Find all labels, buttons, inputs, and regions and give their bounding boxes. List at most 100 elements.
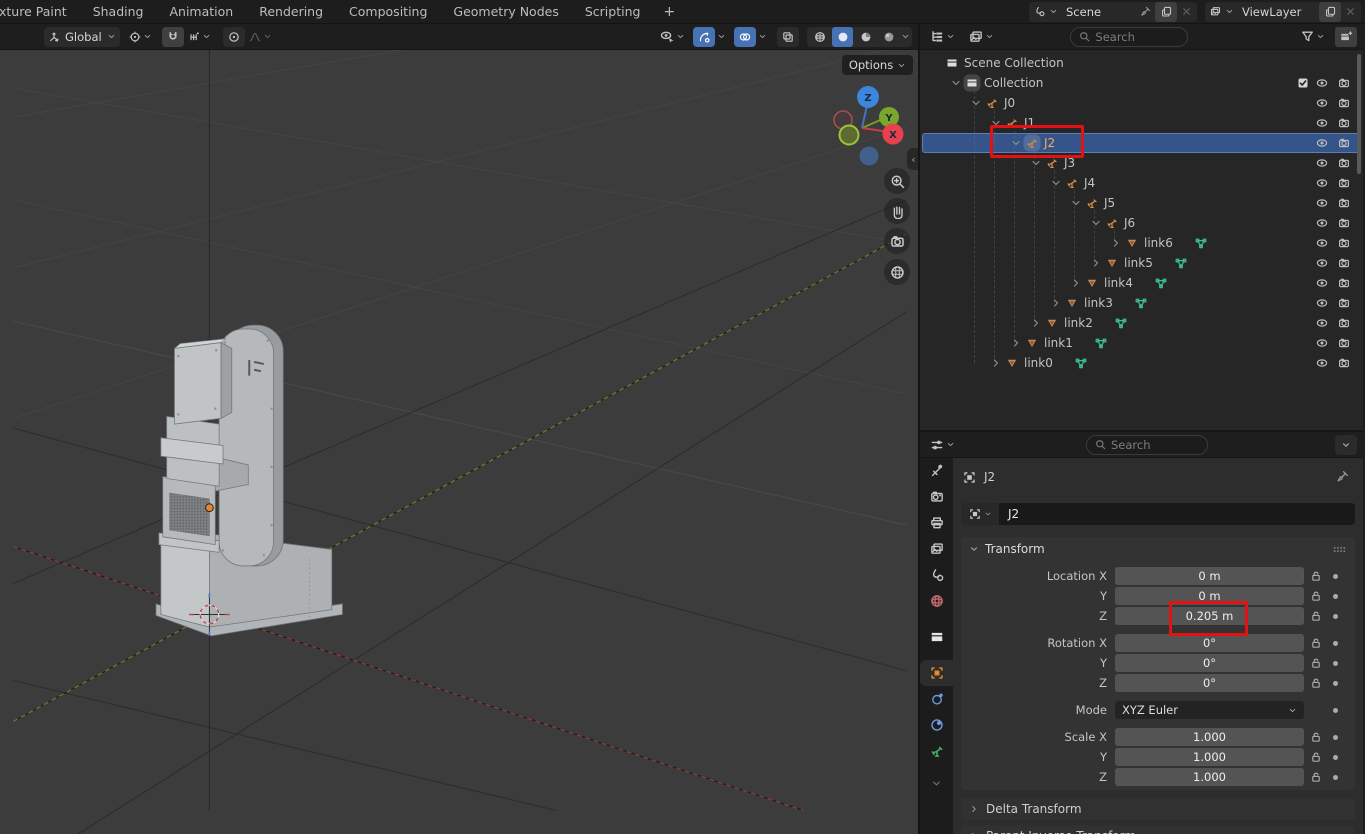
animate-property-dot[interactable] bbox=[1333, 681, 1338, 686]
editor-type-dropdown[interactable] bbox=[926, 435, 959, 455]
expand-toggle[interactable] bbox=[1030, 157, 1042, 169]
properties-search-input[interactable]: Search bbox=[1086, 435, 1208, 455]
3d-scene-canvas[interactable] bbox=[0, 24, 920, 834]
outliner-row-link3[interactable]: link3 bbox=[922, 293, 1361, 313]
lock-icon[interactable] bbox=[1310, 677, 1322, 689]
disable-in-renders-toggle[interactable] bbox=[1338, 237, 1350, 249]
scene-browse-icon[interactable] bbox=[1034, 6, 1045, 17]
gizmo-minus-z-axis[interactable] bbox=[860, 147, 879, 166]
pan-view-button[interactable] bbox=[884, 198, 910, 224]
chevron-down-icon[interactable] bbox=[1225, 7, 1234, 16]
properties-tab-data[interactable] bbox=[920, 738, 953, 764]
location-z-field[interactable]: 0.205 m bbox=[1115, 607, 1304, 625]
lock-icon[interactable] bbox=[1310, 610, 1322, 622]
disable-in-renders-toggle[interactable] bbox=[1338, 317, 1350, 329]
workspace-tab-animation[interactable]: Animation bbox=[156, 0, 246, 24]
hide-in-viewport-toggle[interactable] bbox=[1316, 357, 1328, 369]
hide-in-viewport-toggle[interactable] bbox=[1316, 257, 1328, 269]
scale-y-field[interactable]: 1.000 bbox=[1115, 748, 1304, 766]
transform-panel-header[interactable]: Transform bbox=[961, 537, 1355, 561]
shading-rendered-button[interactable] bbox=[878, 27, 899, 47]
hide-in-viewport-toggle[interactable] bbox=[1316, 97, 1328, 109]
editor-type-dropdown[interactable] bbox=[926, 27, 959, 47]
animate-property-dot[interactable] bbox=[1333, 594, 1338, 599]
properties-tab-scene[interactable] bbox=[920, 562, 953, 588]
hide-in-viewport-toggle[interactable] bbox=[1316, 217, 1328, 229]
rotation-mode-field[interactable]: XYZ Euler bbox=[1115, 701, 1304, 719]
remove-view-layer-icon[interactable] bbox=[1345, 6, 1356, 17]
hide-in-viewport-toggle[interactable] bbox=[1316, 337, 1328, 349]
new-collection-button[interactable] bbox=[1335, 27, 1357, 47]
collection-checkbox[interactable] bbox=[1297, 77, 1309, 89]
workspace-tab-compositing[interactable]: Compositing bbox=[336, 0, 440, 24]
expand-toggle[interactable] bbox=[1050, 297, 1062, 309]
animate-property-dot[interactable] bbox=[1333, 574, 1338, 579]
rotation-x-field[interactable]: 0° bbox=[1115, 634, 1304, 652]
proportional-falloff-dropdown[interactable] bbox=[245, 27, 276, 47]
workspace-tab-geometry-nodes[interactable]: Geometry Nodes bbox=[440, 0, 571, 24]
toggle-xray-button[interactable] bbox=[777, 27, 799, 47]
disable-in-renders-toggle[interactable] bbox=[1338, 277, 1350, 289]
show-gizmo-button[interactable] bbox=[693, 27, 715, 47]
view-layer-browse-icon[interactable] bbox=[1210, 6, 1221, 17]
object-visibility-dropdown[interactable] bbox=[656, 27, 689, 47]
outliner-row-j2[interactable]: J2 bbox=[922, 133, 1361, 153]
shading-material-preview-button[interactable] bbox=[855, 27, 876, 47]
disable-in-renders-toggle[interactable] bbox=[1338, 257, 1350, 269]
sidebar-collapse-handle[interactable]: ‹ bbox=[907, 148, 920, 170]
outliner-row-j3[interactable]: J3 bbox=[922, 153, 1361, 173]
lock-icon[interactable] bbox=[1310, 657, 1322, 669]
lock-icon[interactable] bbox=[1310, 771, 1322, 783]
animate-property-dot[interactable] bbox=[1333, 708, 1338, 713]
hide-in-viewport-toggle[interactable] bbox=[1316, 317, 1328, 329]
new-scene-button[interactable] bbox=[1155, 2, 1177, 22]
properties-tab-world[interactable] bbox=[920, 588, 953, 614]
properties-options-dropdown[interactable] bbox=[1335, 435, 1357, 455]
camera-view-button[interactable] bbox=[884, 228, 910, 254]
workspace-tab-xture-paint[interactable]: xture Paint bbox=[0, 0, 80, 24]
show-overlays-button[interactable] bbox=[734, 27, 756, 47]
location-y-field[interactable]: 0 m bbox=[1115, 587, 1304, 605]
shading-wireframe-button[interactable] bbox=[809, 27, 830, 47]
animate-property-dot[interactable] bbox=[1333, 775, 1338, 780]
animate-property-dot[interactable] bbox=[1333, 641, 1338, 646]
outliner-row-link1[interactable]: link1 bbox=[922, 333, 1361, 353]
expand-toggle[interactable] bbox=[1010, 137, 1022, 149]
workspace-tab-scripting[interactable]: Scripting bbox=[572, 0, 654, 24]
expand-toggle[interactable] bbox=[950, 77, 962, 89]
disable-in-renders-toggle[interactable] bbox=[1338, 97, 1350, 109]
outliner-row-j1[interactable]: J1 bbox=[922, 113, 1361, 133]
workspace-tab-shading[interactable]: Shading bbox=[80, 0, 157, 24]
overlays-dropdown-icon[interactable] bbox=[758, 32, 767, 41]
outliner-row-j4[interactable]: J4 bbox=[922, 173, 1361, 193]
disable-in-renders-toggle[interactable] bbox=[1338, 77, 1350, 89]
hide-in-viewport-toggle[interactable] bbox=[1316, 177, 1328, 189]
transform-orientation-dropdown[interactable]: Global bbox=[44, 27, 120, 47]
expand-toggle[interactable] bbox=[1070, 197, 1082, 209]
gizmo-minus-y-axis[interactable] bbox=[840, 126, 859, 145]
lock-icon[interactable] bbox=[1310, 751, 1322, 763]
pivot-point-dropdown[interactable] bbox=[125, 27, 156, 47]
view-layer-name[interactable]: ViewLayer bbox=[1238, 5, 1315, 19]
disable-in-renders-toggle[interactable] bbox=[1338, 157, 1350, 169]
zoom-view-button[interactable] bbox=[884, 168, 910, 194]
disable-in-renders-toggle[interactable] bbox=[1338, 297, 1350, 309]
properties-tab-object[interactable] bbox=[920, 660, 953, 686]
animate-property-dot[interactable] bbox=[1333, 735, 1338, 740]
shading-dropdown-icon[interactable] bbox=[901, 32, 910, 41]
3d-viewport[interactable]: Global bbox=[0, 24, 920, 834]
disable-in-renders-toggle[interactable] bbox=[1338, 197, 1350, 209]
outliner-row-link2[interactable]: link2 bbox=[922, 313, 1361, 333]
add-workspace-button[interactable]: + bbox=[653, 4, 685, 20]
tabs-scroll-down-indicator[interactable] bbox=[920, 770, 953, 796]
pin-scene-icon[interactable] bbox=[1140, 6, 1151, 17]
outliner-row-link0[interactable]: link0 bbox=[922, 353, 1361, 373]
expand-toggle[interactable] bbox=[1010, 337, 1022, 349]
outliner-search-input[interactable]: Search bbox=[1070, 27, 1188, 47]
expand-toggle[interactable] bbox=[1050, 177, 1062, 189]
outliner-scrollbar[interactable] bbox=[1357, 54, 1361, 174]
disable-in-renders-toggle[interactable] bbox=[1338, 337, 1350, 349]
filter-dropdown[interactable] bbox=[1297, 27, 1329, 47]
lock-icon[interactable] bbox=[1310, 590, 1322, 602]
lock-icon[interactable] bbox=[1310, 731, 1322, 743]
